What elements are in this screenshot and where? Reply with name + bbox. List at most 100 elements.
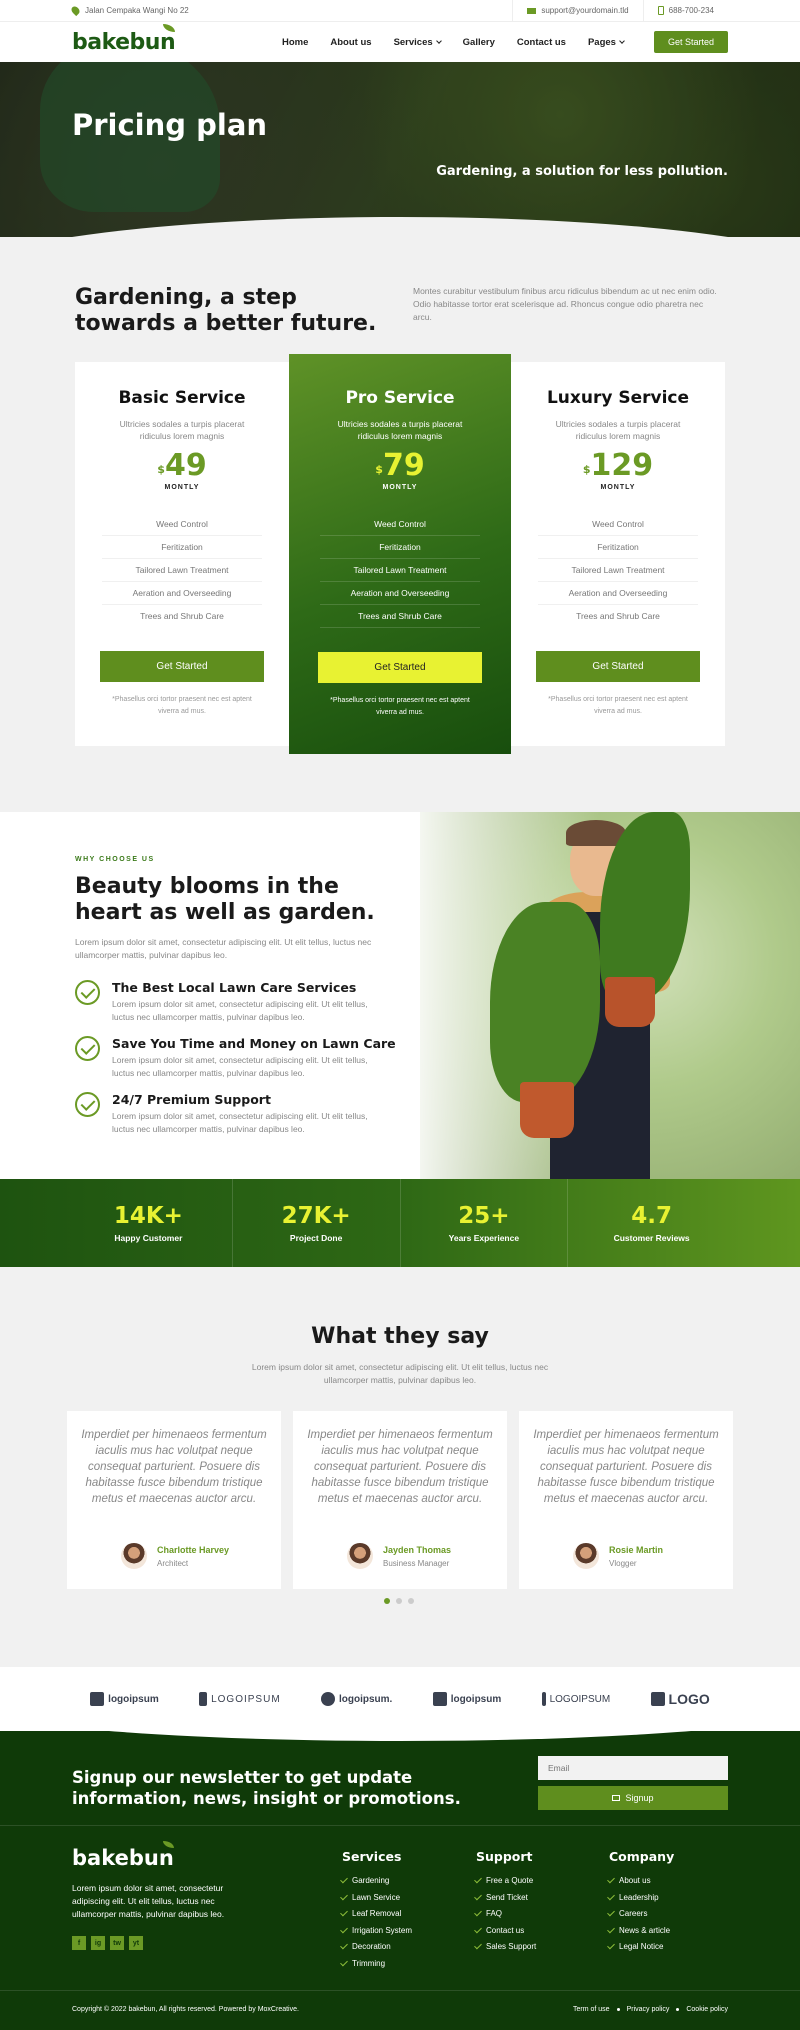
avatar xyxy=(347,1543,373,1569)
nav-home[interactable]: Home xyxy=(282,37,308,48)
plan-name: Basic Service xyxy=(118,388,246,408)
get-started-button[interactable]: Get Started xyxy=(653,31,728,53)
avatar xyxy=(573,1543,599,1569)
plan-get-started-button[interactable]: Get Started xyxy=(318,652,482,683)
email-link[interactable]: support@yourdomain.tld xyxy=(512,0,642,21)
price-value: 129 xyxy=(590,448,654,483)
logo-text: LOGO xyxy=(668,1691,710,1707)
partner-logo: logoipsum. xyxy=(321,1692,392,1706)
why-item-text: Lorem ipsum dolor sit amet, consectetur … xyxy=(112,1055,368,1078)
footer-link[interactable]: Gardening xyxy=(342,1876,412,1885)
logo-text: logoipsum. xyxy=(339,1693,393,1705)
footer-link[interactable]: About us xyxy=(609,1876,674,1885)
phone-icon xyxy=(657,6,664,15)
nav-pages[interactable]: Pages xyxy=(588,37,625,48)
footer-link[interactable]: Lawn Service xyxy=(342,1893,412,1902)
feature-item: Tailored Lawn Treatment xyxy=(102,559,262,582)
partner-logo: LOGO xyxy=(650,1691,710,1707)
footer-link[interactable]: Contact us xyxy=(476,1926,536,1935)
cookie-link[interactable]: Cookie policy xyxy=(686,2006,728,2013)
pricing-cards: Basic Service Ultricies sodales a turpis… xyxy=(75,354,725,754)
footer-col-title: Services xyxy=(342,1849,402,1864)
testimonial-quote: Imperdiet per himenaeos fermentum iaculi… xyxy=(307,1429,493,1505)
stat-value: 4.7 xyxy=(631,1203,672,1229)
footer-link[interactable]: Send Ticket xyxy=(476,1893,536,1902)
feature-list: Weed Control Feritization Tailored Lawn … xyxy=(538,513,698,627)
footer-curve xyxy=(0,1731,800,1741)
logo-mark-icon xyxy=(199,1692,208,1706)
plan-get-started-button[interactable]: Get Started xyxy=(536,651,700,682)
why-item-title: Save You Time and Money on Lawn Care xyxy=(112,1036,396,1051)
footer-link[interactable]: Decoration xyxy=(342,1942,412,1951)
twitter-icon[interactable]: tw xyxy=(110,1936,124,1950)
instagram-icon[interactable]: ig xyxy=(91,1936,105,1950)
plan-note: *Phasellus orci tortor praesent nec est … xyxy=(112,696,252,715)
logo-mark-icon xyxy=(321,1692,335,1706)
nav-contact[interactable]: Contact us xyxy=(517,37,566,48)
footer-link[interactable]: Leadership xyxy=(609,1893,674,1902)
logo[interactable]: bakebun xyxy=(72,23,176,55)
testimonial-role: Architect xyxy=(157,1559,189,1568)
phone-link[interactable]: 688-700-234 xyxy=(642,0,728,21)
pricing-intro: Gardening, a step towards a better futur… xyxy=(75,285,725,337)
footer-col-services: Services Gardening Lawn Service Leaf Rem… xyxy=(342,1849,412,1975)
feature-item: Feritization xyxy=(102,536,262,559)
testimonial-role: Business Manager xyxy=(383,1559,450,1568)
youtube-icon[interactable]: yt xyxy=(129,1936,143,1950)
logo-text: bakebun xyxy=(72,29,176,55)
feature-item: Aeration and Overseeding xyxy=(538,582,698,605)
stat-value: 25+ xyxy=(458,1203,510,1229)
divider xyxy=(0,1825,800,1826)
nav-about[interactable]: About us xyxy=(330,37,371,48)
main-nav: bakebun Home About us Services Gallery C… xyxy=(0,22,800,62)
footer-link[interactable]: Trimming xyxy=(342,1959,412,1968)
why-choose-section: WHY CHOOSE US Beauty blooms in the heart… xyxy=(0,812,800,1179)
footer: Signup our newsletter to get update info… xyxy=(0,1731,800,2030)
footer-link[interactable]: Leaf Removal xyxy=(342,1909,412,1918)
avatar xyxy=(121,1543,147,1569)
newsletter-signup-button[interactable]: Signup xyxy=(538,1786,728,1810)
hero-banner: Pricing plan Gardening, a solution for l… xyxy=(0,62,800,237)
feature-item: Feritization xyxy=(320,536,480,559)
testimonials-heading: What they say xyxy=(311,1324,489,1349)
carousel-dot[interactable] xyxy=(408,1598,414,1604)
privacy-link[interactable]: Privacy policy xyxy=(627,2006,670,2013)
carousel-dot[interactable] xyxy=(384,1598,390,1604)
footer-logo-text: bakebun xyxy=(72,1846,174,1870)
footer-link[interactable]: Free a Quote xyxy=(476,1876,536,1885)
footer-link[interactable]: FAQ xyxy=(476,1909,536,1918)
feature-item: Aeration and Overseeding xyxy=(320,582,480,605)
footer-link[interactable]: Irrigation System xyxy=(342,1926,412,1935)
currency: $ xyxy=(375,463,383,476)
facebook-icon[interactable]: f xyxy=(72,1936,86,1950)
partner-logo: logoipsum xyxy=(432,1692,501,1706)
stat-label: Years Experience xyxy=(448,1233,520,1243)
terms-link[interactable]: Term of use xyxy=(573,2006,610,2013)
hero-tagline: Gardening, a solution for less pollution… xyxy=(436,164,728,179)
partner-logo: LOGOIPSUM xyxy=(541,1692,610,1706)
top-bar: Jalan Cempaka Wangi No 22 support@yourdo… xyxy=(0,0,800,22)
stats-bar: 14K+ Happy Customer 27K+ Project Done 25+ Y… xyxy=(0,1179,800,1267)
stat-item: 14K+ Happy Customer xyxy=(65,1179,233,1267)
plan-desc: Ultricies sodales a turpis placerat ridi… xyxy=(555,419,681,441)
why-item-text: Lorem ipsum dolor sit amet, consectetur … xyxy=(112,999,368,1022)
nav-services[interactable]: Services xyxy=(394,37,442,48)
logo-text: logoipsum xyxy=(108,1693,159,1705)
chevron-down-icon xyxy=(435,37,442,44)
footer-logo[interactable]: bakebun xyxy=(72,1841,174,1870)
footer-link[interactable]: Sales Support xyxy=(476,1942,536,1951)
newsletter-email-input[interactable] xyxy=(538,1756,728,1780)
pricing-card-basic: Basic Service Ultricies sodales a turpis… xyxy=(75,362,289,746)
plan-get-started-button[interactable]: Get Started xyxy=(100,651,264,682)
location-pin-icon xyxy=(69,4,82,17)
stat-item: 25+ Years Experience xyxy=(401,1179,569,1267)
footer-link[interactable]: Careers xyxy=(609,1909,674,1918)
plan-period: MONTLY xyxy=(164,484,200,491)
testimonial-card: Imperdiet per himenaeos fermentum iaculi… xyxy=(67,1411,281,1589)
footer-link[interactable]: Legal Notice xyxy=(609,1942,674,1951)
testimonials-section: What they say Lorem ipsum dolor sit amet… xyxy=(0,1267,800,1667)
chevron-down-icon xyxy=(619,37,625,44)
nav-gallery[interactable]: Gallery xyxy=(463,37,495,48)
carousel-dot[interactable] xyxy=(396,1598,402,1604)
footer-link[interactable]: News & article xyxy=(609,1926,674,1935)
